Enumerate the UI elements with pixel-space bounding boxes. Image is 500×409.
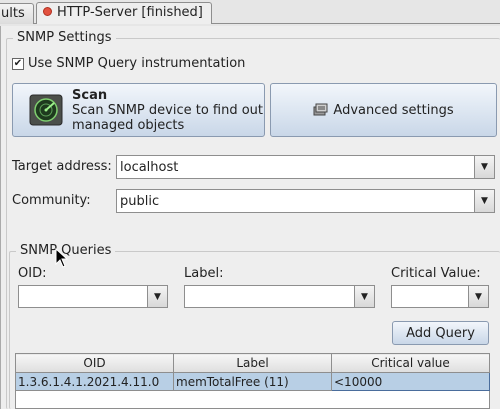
- label-combo[interactable]: ▼: [184, 285, 375, 308]
- chevron-down-icon[interactable]: ▼: [468, 286, 488, 307]
- column-header-label[interactable]: Label: [173, 353, 332, 373]
- oid-label: OID:: [18, 266, 47, 281]
- table-cell-oid[interactable]: 1.3.6.1.4.1.2021.4.11.0: [15, 372, 174, 391]
- scan-title: Scan: [72, 87, 108, 103]
- scan-description-line1: Scan SNMP device to find out: [72, 102, 264, 118]
- community-value[interactable]: public: [117, 194, 474, 209]
- target-address-label: Target address:: [12, 159, 112, 174]
- advanced-settings-button[interactable]: Advanced settings: [270, 83, 497, 137]
- radar-scan-icon: [29, 94, 63, 126]
- critical-value-label: Critical Value:: [391, 266, 481, 281]
- target-address-value[interactable]: localhost: [117, 160, 474, 175]
- scan-button-text: Scan Scan SNMP device to find out manage…: [72, 88, 263, 133]
- table-cell-label[interactable]: memTotalFree (11): [173, 372, 332, 391]
- column-header-critical-value[interactable]: Critical value: [331, 353, 490, 373]
- use-snmp-label: Use SNMP Query instrumentation: [28, 56, 246, 71]
- queries-table[interactable]: OID Label Critical value 1.3.6.1.4.1.202…: [15, 353, 490, 391]
- mouse-cursor-icon: [55, 248, 69, 268]
- community-label: Community:: [12, 193, 91, 208]
- table-cell-critical-value[interactable]: <10000: [331, 372, 490, 391]
- tab-results-label: ults: [1, 6, 25, 21]
- scan-button[interactable]: Scan Scan SNMP device to find out manage…: [12, 83, 265, 137]
- use-snmp-checkbox[interactable]: ✔: [12, 57, 24, 70]
- critical-value-combo[interactable]: ▼: [391, 285, 489, 308]
- chevron-down-icon[interactable]: ▼: [474, 190, 494, 212]
- table-header-row: OID Label Critical value: [15, 353, 490, 373]
- scan-description-line2: managed objects: [72, 117, 185, 133]
- advanced-settings-label: Advanced settings: [333, 102, 454, 118]
- label-label: Label:: [184, 266, 224, 281]
- error-status-icon: [43, 7, 52, 16]
- tab-http-server[interactable]: HTTP-Server [finished]: [36, 2, 212, 24]
- tab-strip: ults HTTP-Server [finished]: [0, 0, 500, 26]
- chevron-down-icon[interactable]: ▼: [147, 286, 167, 307]
- add-query-button[interactable]: Add Query: [392, 321, 489, 345]
- chevron-down-icon[interactable]: ▼: [474, 156, 494, 178]
- snmp-settings-legend: SNMP Settings: [13, 30, 116, 45]
- community-combo[interactable]: public ▼: [116, 189, 495, 213]
- use-snmp-checkbox-row[interactable]: ✔ Use SNMP Query instrumentation: [12, 56, 245, 71]
- chevron-down-icon[interactable]: ▼: [354, 286, 374, 307]
- tab-results[interactable]: ults: [0, 3, 34, 24]
- column-header-oid[interactable]: OID: [15, 353, 174, 373]
- table-row[interactable]: 1.3.6.1.4.1.2021.4.11.0 memTotalFree (11…: [15, 372, 490, 391]
- oid-combo[interactable]: ▼: [18, 285, 168, 308]
- target-address-combo[interactable]: localhost ▼: [116, 155, 495, 179]
- settings-hardware-icon: [313, 103, 328, 116]
- tab-http-server-label: HTTP-Server [finished]: [57, 5, 203, 20]
